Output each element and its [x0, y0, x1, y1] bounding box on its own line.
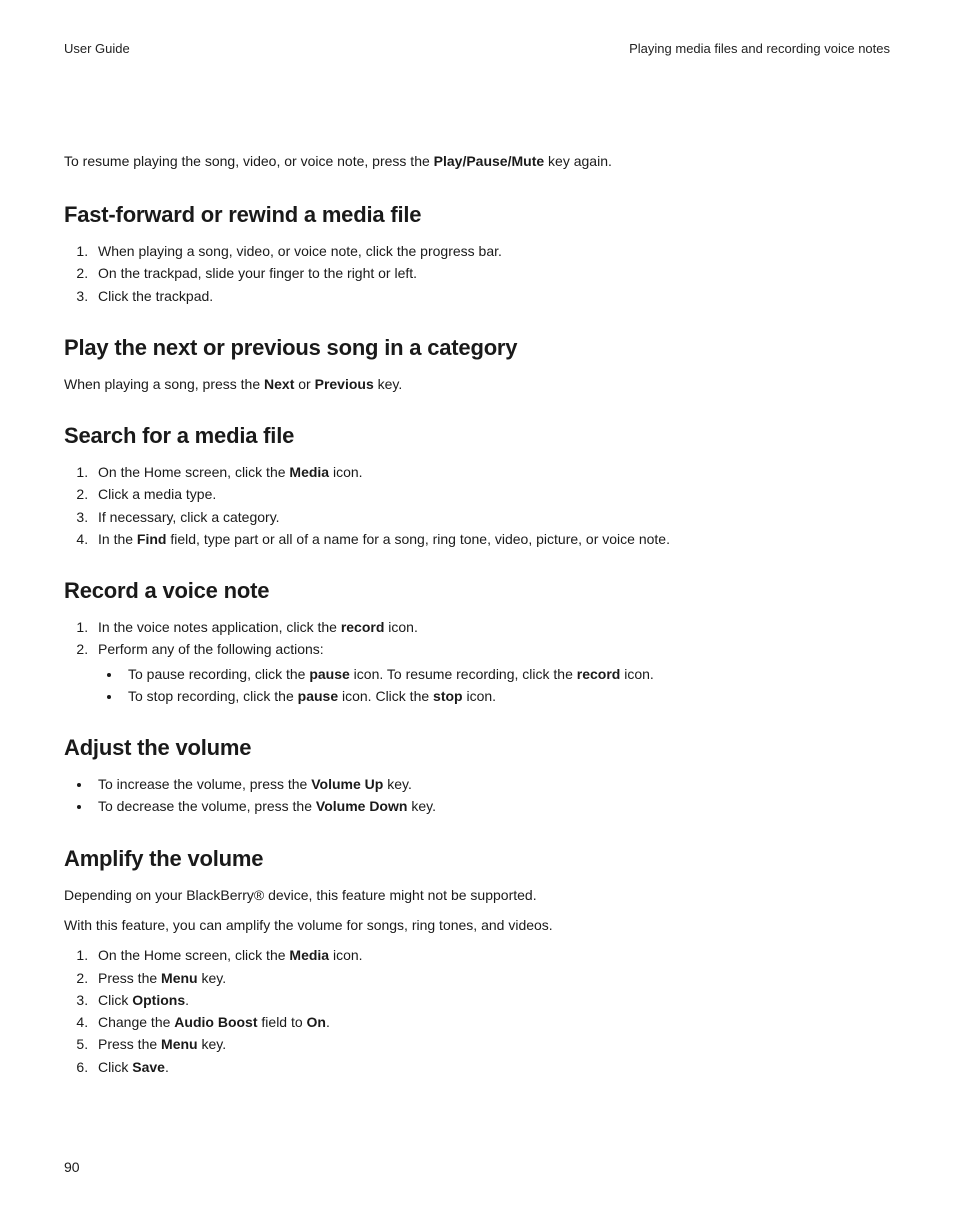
intro-post: key again. [544, 153, 612, 169]
t: Click [98, 1059, 132, 1075]
list-item: In the voice notes application, click th… [92, 617, 890, 637]
t: In the voice notes application, click th… [98, 619, 341, 635]
t: In the [98, 531, 137, 547]
t: To stop recording, click the [128, 688, 298, 704]
t: Press the [98, 1036, 161, 1052]
list-item: Click the trackpad. [92, 286, 890, 306]
heading-next-previous: Play the next or previous song in a cate… [64, 332, 890, 364]
t: Press the [98, 970, 161, 986]
t: pause [309, 666, 349, 682]
list-item: On the Home screen, click the Media icon… [92, 945, 890, 965]
t: key. [383, 776, 412, 792]
t: On the Home screen, click the [98, 947, 289, 963]
list-item: If necessary, click a category. [92, 507, 890, 527]
t: icon. [384, 619, 417, 635]
t: stop [433, 688, 463, 704]
t: field, type part or all of a name for a … [166, 531, 670, 547]
list-item: On the trackpad, slide your finger to th… [92, 263, 890, 283]
list-item: Perform any of the following actions: To… [92, 639, 890, 706]
intro-pre: To resume playing the song, video, or vo… [64, 153, 434, 169]
t: key. [198, 1036, 227, 1052]
list-item: When playing a song, video, or voice not… [92, 241, 890, 261]
t: field to [258, 1014, 307, 1030]
list-item: Click Save. [92, 1057, 890, 1077]
header-right: Playing media files and recording voice … [629, 40, 890, 59]
list-item: Click a media type. [92, 484, 890, 504]
t: Media [289, 947, 329, 963]
sublist-record-actions: To pause recording, click the pause icon… [98, 664, 890, 707]
t: Change the [98, 1014, 174, 1030]
list-amplify-volume: On the Home screen, click the Media icon… [64, 945, 890, 1077]
list-record-voice-note: In the voice notes application, click th… [64, 617, 890, 706]
t: To decrease the volume, press the [98, 798, 316, 814]
t: icon. [329, 464, 362, 480]
list-search-media: On the Home screen, click the Media icon… [64, 462, 890, 549]
list-item: To pause recording, click the pause icon… [122, 664, 890, 684]
t: Perform any of the following actions: [98, 641, 324, 657]
list-item: To stop recording, click the pause icon.… [122, 686, 890, 706]
list-item: To decrease the volume, press the Volume… [92, 796, 890, 816]
t: Volume Down [316, 798, 408, 814]
list-item: To increase the volume, press the Volume… [92, 774, 890, 794]
t: Volume Up [311, 776, 383, 792]
list-item: On the Home screen, click the Media icon… [92, 462, 890, 482]
intro-paragraph: To resume playing the song, video, or vo… [64, 151, 890, 171]
heading-amplify-volume: Amplify the volume [64, 843, 890, 875]
t: Next [264, 376, 294, 392]
list-item: Change the Audio Boost field to On. [92, 1012, 890, 1032]
t: Options [132, 992, 185, 1008]
t: To pause recording, click the [128, 666, 309, 682]
t: On [307, 1014, 326, 1030]
heading-record-voice-note: Record a voice note [64, 575, 890, 607]
amplify-desc: With this feature, you can amplify the v… [64, 915, 890, 935]
t: Save [132, 1059, 165, 1075]
t: Menu [161, 970, 198, 986]
heading-fast-forward: Fast-forward or rewind a media file [64, 199, 890, 231]
heading-search-media: Search for a media file [64, 420, 890, 452]
header-left: User Guide [64, 40, 130, 59]
t: icon. [329, 947, 362, 963]
t: Media [289, 464, 329, 480]
t: Previous [315, 376, 374, 392]
t: icon. To resume recording, click the [350, 666, 577, 682]
amplify-note: Depending on your BlackBerry® device, th… [64, 885, 890, 905]
list-item: Press the Menu key. [92, 1034, 890, 1054]
t: icon. [463, 688, 496, 704]
t: . [185, 992, 189, 1008]
heading-adjust-volume: Adjust the volume [64, 732, 890, 764]
list-item: Press the Menu key. [92, 968, 890, 988]
t: key. [374, 376, 403, 392]
t: Audio Boost [174, 1014, 257, 1030]
t: Menu [161, 1036, 198, 1052]
list-item: Click Options. [92, 990, 890, 1010]
t: . [165, 1059, 169, 1075]
next-previous-paragraph: When playing a song, press the Next or P… [64, 374, 890, 394]
list-fast-forward: When playing a song, video, or voice not… [64, 241, 890, 306]
page-number: 90 [64, 1157, 890, 1177]
t: On the Home screen, click the [98, 464, 289, 480]
intro-bold: Play/Pause/Mute [434, 153, 545, 169]
t: Click [98, 992, 132, 1008]
t: . [326, 1014, 330, 1030]
t: record [577, 666, 621, 682]
t: record [341, 619, 385, 635]
page-header: User Guide Playing media files and recor… [64, 40, 890, 59]
t: key. [198, 970, 227, 986]
list-item: In the Find field, type part or all of a… [92, 529, 890, 549]
t: To increase the volume, press the [98, 776, 311, 792]
t: Find [137, 531, 167, 547]
t: or [294, 376, 314, 392]
t: icon. Click the [338, 688, 433, 704]
list-adjust-volume: To increase the volume, press the Volume… [64, 774, 890, 817]
t: key. [407, 798, 436, 814]
t: icon. [620, 666, 653, 682]
t: When playing a song, press the [64, 376, 264, 392]
t: pause [298, 688, 338, 704]
